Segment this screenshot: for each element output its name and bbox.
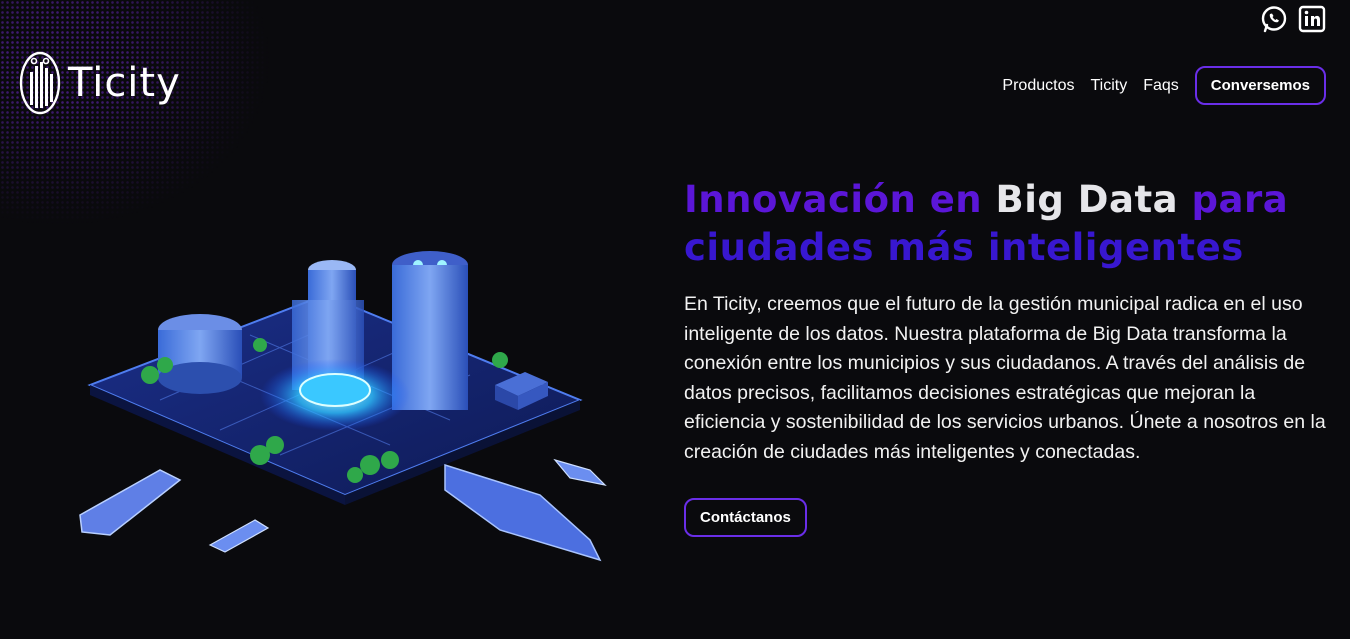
conversemos-button[interactable]: Conversemos xyxy=(1194,66,1326,105)
brand-logo[interactable]: Ticity xyxy=(18,50,181,116)
hero-title-part1: Innovación en xyxy=(684,178,996,221)
hero-title-highlight: Big Data xyxy=(995,178,1179,221)
nav-item-productos[interactable]: Productos xyxy=(1002,77,1074,95)
whatsapp-icon[interactable] xyxy=(1260,5,1288,33)
linkedin-icon[interactable] xyxy=(1298,5,1326,33)
hero-title: Innovación en Big Data para ciudades más… xyxy=(684,176,1324,272)
ticity-logo-icon xyxy=(19,51,61,115)
nav-item-ticity[interactable]: Ticity xyxy=(1090,77,1127,95)
brand-name: Ticity xyxy=(68,60,181,106)
hero-title-line2: ciudades más inteligentes xyxy=(684,226,1244,269)
main-navigation: Productos Ticity Faqs Conversemos xyxy=(1002,66,1326,105)
social-links xyxy=(1260,5,1326,33)
hero-description: En Ticity, creemos que el futuro de la g… xyxy=(684,293,1326,463)
contactanos-button[interactable]: Contáctanos xyxy=(684,498,807,537)
nav-item-faqs[interactable]: Faqs xyxy=(1143,77,1179,95)
hero-title-part2: para xyxy=(1178,178,1289,221)
smart-city-illustration xyxy=(79,251,607,562)
